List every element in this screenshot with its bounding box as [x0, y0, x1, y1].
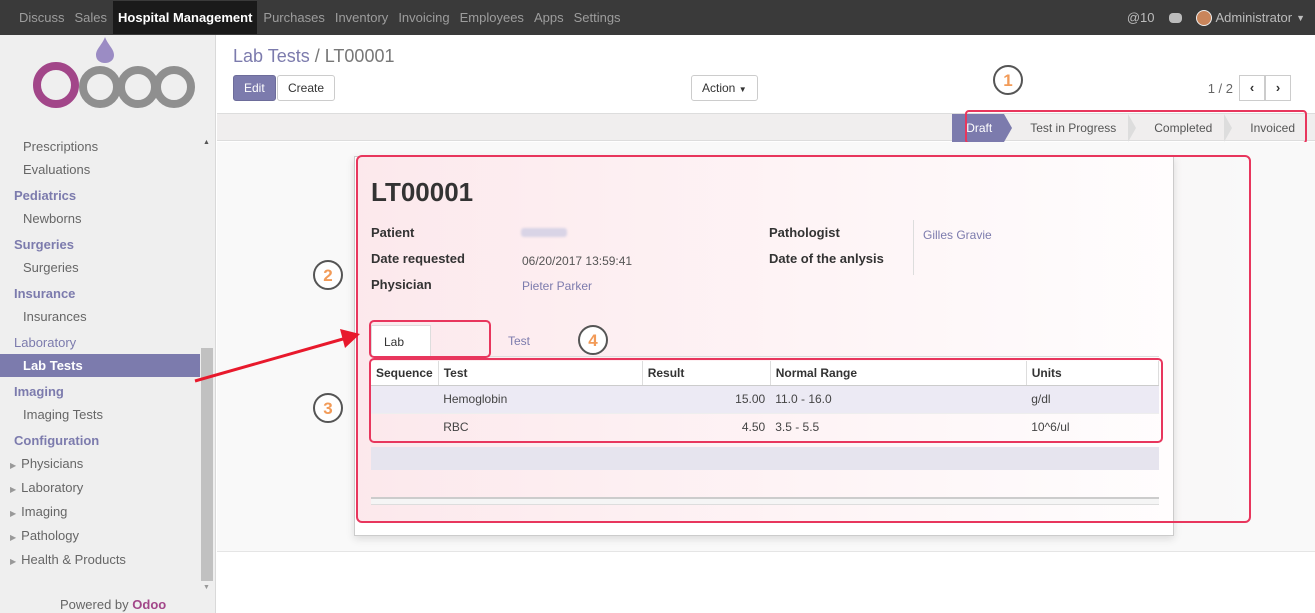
- sidebar-item-imaging-tests[interactable]: Imaging Tests: [0, 403, 200, 426]
- powered-by-text: Powered by: [60, 597, 129, 612]
- patient-value-redacted[interactable]: [521, 228, 567, 237]
- stage-highlight: [965, 110, 1307, 144]
- notifications-counter[interactable]: @10: [1127, 10, 1155, 25]
- sidebar-item-evaluations[interactable]: Evaluations: [0, 158, 200, 181]
- sidebar-item-lab-tests[interactable]: Lab Tests: [0, 354, 200, 377]
- annotation-badge-3: 3: [313, 393, 343, 423]
- powered-by: Powered by Odoo: [60, 597, 166, 612]
- menu-invoicing[interactable]: Invoicing: [398, 10, 449, 25]
- breadcrumb: Lab Tests / LT00001: [233, 46, 394, 67]
- menu-settings[interactable]: Settings: [574, 10, 621, 25]
- menu-apps[interactable]: Apps: [534, 10, 564, 25]
- sidebar-item-prescriptions[interactable]: Prescriptions: [0, 135, 200, 158]
- pathologist-label: Pathologist: [769, 225, 840, 240]
- date-analysis-label: Date of the anlysis: [769, 251, 884, 266]
- date-requested-value[interactable]: 06/20/2017 13:59:41: [522, 254, 632, 268]
- breadcrumb-parent[interactable]: Lab Tests: [233, 46, 310, 66]
- sidebar-menu: Prescriptions Evaluations Pediatrics New…: [0, 135, 200, 572]
- odoo-logo[interactable]: [30, 35, 195, 115]
- caret-right-icon: ▶: [10, 557, 17, 566]
- sidebar: Prescriptions Evaluations Pediatrics New…: [0, 35, 216, 613]
- sidebar-item-label: Imaging: [21, 504, 68, 519]
- breadcrumb-current: LT00001: [324, 46, 395, 66]
- user-name: Administrator: [1215, 10, 1293, 25]
- annotation-badge-1: 1: [993, 65, 1023, 95]
- sidebar-item-label: Pathology: [21, 528, 79, 543]
- sidebar-item-physicians[interactable]: ▶ Physicians: [0, 452, 200, 476]
- menu-employees[interactable]: Employees: [460, 10, 524, 25]
- tab-highlight: [369, 320, 491, 358]
- caret-down-icon: ▼: [1296, 12, 1305, 23]
- caret-right-icon: ▶: [10, 461, 17, 470]
- patient-label: Patient: [371, 225, 415, 240]
- sidebar-item-label: Health & Products: [21, 552, 126, 567]
- physician-value[interactable]: Pieter Parker: [522, 279, 592, 293]
- main-content: Lab Tests / LT00001 Edit Create Action ▼…: [217, 35, 1315, 613]
- table-highlight: [369, 358, 1163, 443]
- pager: 1 / 2 ‹ ›: [1208, 75, 1291, 101]
- sidebar-item-newborns[interactable]: Newborns: [0, 207, 200, 230]
- annotation-badge-4: 4: [578, 325, 608, 355]
- physician-label: Physician: [371, 277, 432, 292]
- menu-inventory[interactable]: Inventory: [335, 10, 388, 25]
- table-empty-row: [371, 447, 1159, 470]
- sidebar-item-imaging[interactable]: ▶ Imaging: [0, 500, 200, 524]
- pathologist-value[interactable]: Gilles Gravie: [923, 228, 992, 242]
- annotation-badge-2: 2: [313, 260, 343, 290]
- date-requested-label: Date requested: [371, 251, 465, 266]
- user-menu[interactable]: Administrator ▼: [1195, 9, 1305, 26]
- menu-hospital-management[interactable]: Hospital Management: [113, 1, 258, 34]
- menu-purchases[interactable]: Purchases: [263, 10, 324, 25]
- app-menu: Discuss Sales Hospital Management Purcha…: [19, 1, 631, 34]
- sidebar-item-pathology[interactable]: ▶ Pathology: [0, 524, 200, 548]
- scroll-up-icon[interactable]: ▲: [203, 139, 210, 146]
- sidebar-item-label: Laboratory: [21, 480, 84, 495]
- sidebar-item-insurances[interactable]: Insurances: [0, 305, 200, 328]
- powered-by-link[interactable]: Odoo: [132, 597, 166, 612]
- pager-next-button[interactable]: ›: [1265, 75, 1291, 101]
- pager-value[interactable]: 1 / 2: [1208, 81, 1233, 96]
- sidebar-scrollbar-thumb[interactable]: [201, 348, 213, 581]
- statusbar: Draft Test in Progress Completed Invoice…: [217, 110, 1315, 144]
- caret-right-icon: ▶: [10, 533, 17, 542]
- avatar: [1195, 9, 1212, 26]
- systray: @10 Administrator ▼: [1113, 0, 1305, 35]
- scroll-down-icon[interactable]: ▼: [203, 584, 210, 591]
- caret-right-icon: ▶: [10, 509, 17, 518]
- action-dropdown-label: Action: [702, 81, 736, 95]
- tab-test-result[interactable]: Test Result: [496, 325, 554, 380]
- edit-button[interactable]: Edit: [233, 75, 276, 101]
- record-title: LT00001: [371, 177, 474, 207]
- field-divider: [913, 220, 914, 275]
- menu-sales[interactable]: Sales: [75, 10, 108, 25]
- sidebar-section-surgeries: Surgeries: [14, 237, 74, 252]
- sidebar-section-insurance: Insurance: [14, 286, 76, 301]
- pager-previous-button[interactable]: ‹: [1239, 75, 1265, 101]
- action-dropdown[interactable]: Action ▼: [691, 75, 758, 101]
- breadcrumb-separator: /: [309, 46, 325, 66]
- top-navbar: Discuss Sales Hospital Management Purcha…: [0, 0, 1315, 35]
- sidebar-item-label: Physicians: [21, 456, 84, 471]
- chat-icon[interactable]: [1168, 12, 1182, 23]
- create-button[interactable]: Create: [277, 75, 336, 101]
- sidebar-section-configuration: Configuration: [14, 433, 100, 448]
- caret-down-icon: ▼: [738, 85, 747, 94]
- sidebar-section-laboratory: Laboratory: [14, 335, 77, 350]
- sidebar-section-pediatrics: Pediatrics: [14, 188, 77, 203]
- caret-right-icon: ▶: [10, 485, 17, 494]
- sidebar-item-surgeries[interactable]: Surgeries: [0, 256, 200, 279]
- sidebar-item-health-products[interactable]: ▶ Health & Products: [0, 548, 200, 572]
- table-footer: [371, 497, 1159, 505]
- sidebar-section-imaging: Imaging: [14, 384, 64, 399]
- sidebar-item-laboratory[interactable]: ▶ Laboratory: [0, 476, 200, 500]
- menu-discuss[interactable]: Discuss: [19, 10, 65, 25]
